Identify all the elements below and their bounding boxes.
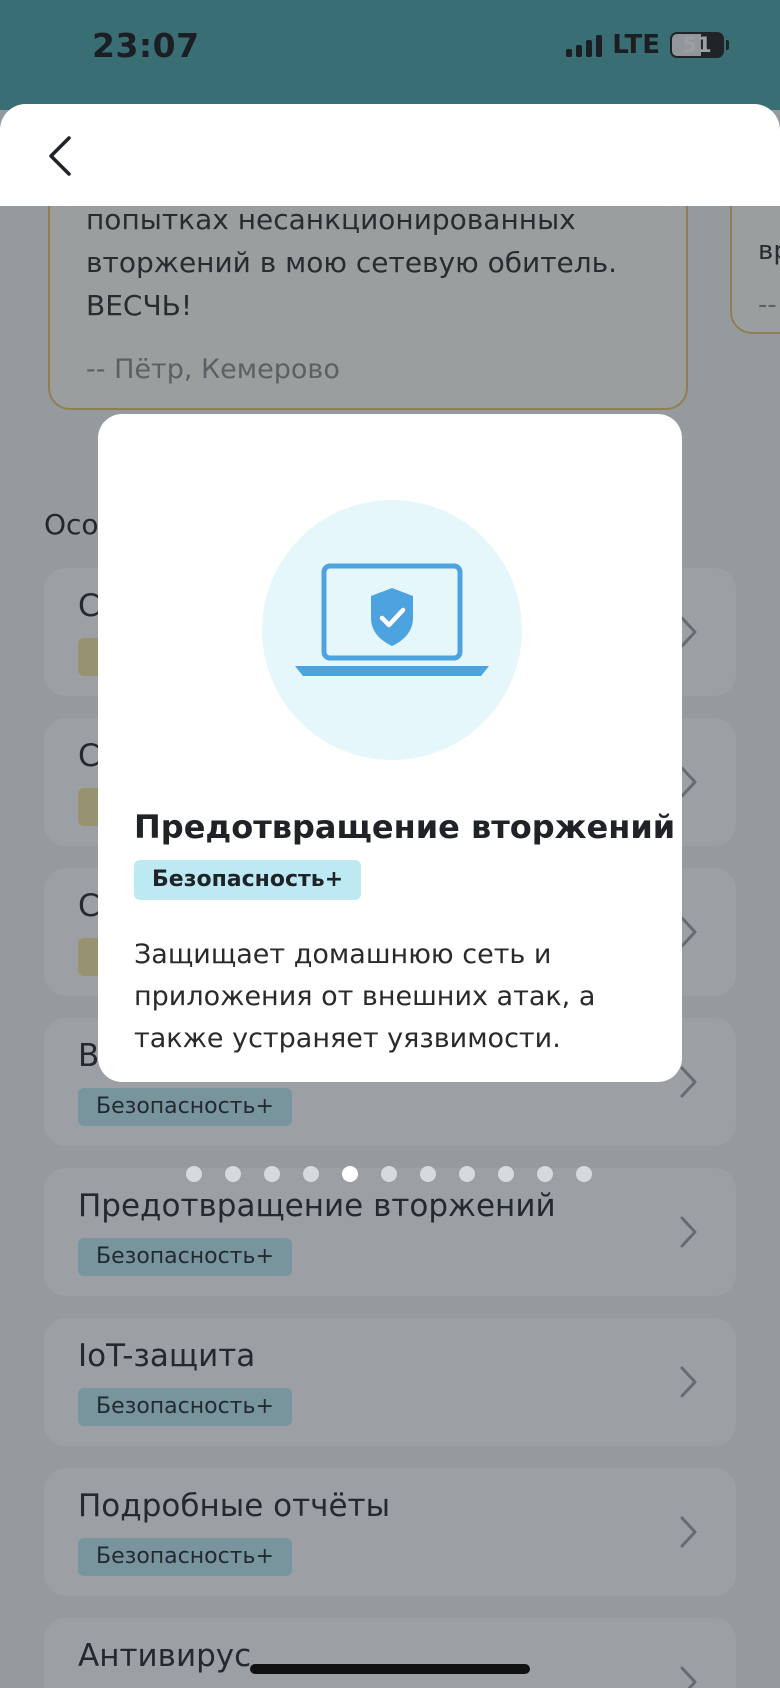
page-dot[interactable] [186, 1166, 202, 1182]
modal-description: Защищает домашнюю сеть и приложения от в… [134, 939, 596, 1054]
pagination-dots [186, 1166, 592, 1182]
page-dot[interactable] [303, 1166, 319, 1182]
laptop-shield-icon [295, 563, 489, 676]
page-dot[interactable] [381, 1166, 397, 1182]
page-dot[interactable] [537, 1166, 553, 1182]
page-dot[interactable] [225, 1166, 241, 1182]
page-dot[interactable] [459, 1166, 475, 1182]
navigation-bar [0, 104, 780, 206]
hero-illustration [262, 500, 522, 760]
page-dot[interactable] [264, 1166, 280, 1182]
home-indicator [250, 1664, 530, 1674]
back-button[interactable] [36, 130, 84, 182]
feature-detail-card: Предотвращение вторжений Безопасность+ З… [98, 414, 682, 1082]
chevron-left-icon [49, 136, 71, 176]
page-dot[interactable] [342, 1166, 358, 1182]
plan-badge: Безопасность+ [134, 860, 362, 900]
modal-title: Предотвращение вторжений [134, 808, 676, 846]
page-dot[interactable] [420, 1166, 436, 1182]
page-dot[interactable] [498, 1166, 514, 1182]
page-dot[interactable] [576, 1166, 592, 1182]
